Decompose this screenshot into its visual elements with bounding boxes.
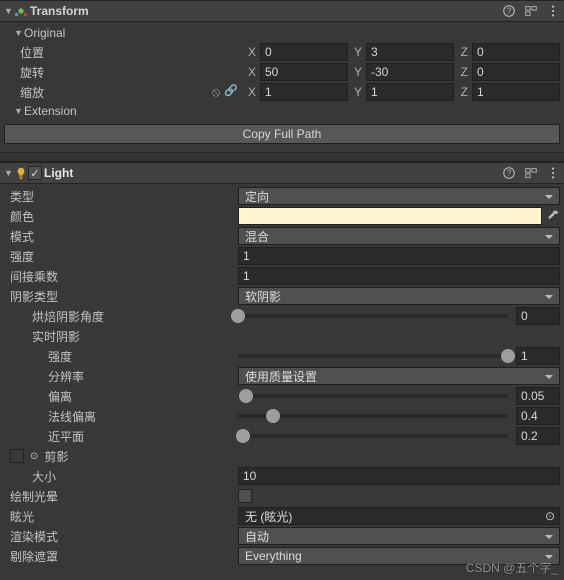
rotation-z[interactable]: [472, 63, 560, 81]
foldout-icon[interactable]: ▼: [4, 168, 14, 178]
help-icon[interactable]: ?: [502, 4, 516, 18]
strength-value[interactable]: [516, 347, 560, 365]
intensity-label: 强度: [4, 248, 238, 265]
scale-y[interactable]: [366, 83, 454, 101]
indirect-field[interactable]: [238, 267, 560, 285]
render-mode-dropdown[interactable]: 自动: [238, 527, 560, 545]
original-header[interactable]: ▼ Original: [4, 24, 560, 42]
strength-label: 强度: [4, 348, 238, 365]
rotation-x[interactable]: [260, 63, 348, 81]
shadow-type-dropdown[interactable]: 软阴影: [238, 287, 560, 305]
foldout-icon: ▼: [14, 106, 24, 116]
type-dropdown[interactable]: 定向: [238, 187, 560, 205]
color-label: 颜色: [4, 208, 238, 225]
svg-text:?: ?: [507, 169, 512, 178]
transform-header[interactable]: ▼ Transform ?: [0, 0, 564, 22]
resolution-label: 分辨率: [4, 368, 238, 385]
realtime-label: 实时阴影: [4, 328, 238, 345]
normal-bias-value[interactable]: [516, 407, 560, 425]
mode-label: 模式: [4, 228, 238, 245]
watermark: CSDN @五个字_: [466, 559, 558, 576]
size-field[interactable]: [238, 467, 560, 485]
position-y[interactable]: [366, 43, 454, 61]
shadow-type-label: 阴影类型: [4, 288, 238, 305]
near-plane-value[interactable]: [516, 427, 560, 445]
light-header[interactable]: ▼ Light ?: [0, 162, 564, 184]
foldout-icon: ▼: [14, 28, 24, 38]
preset-icon[interactable]: [524, 166, 538, 180]
cookie-thumb[interactable]: [10, 449, 24, 463]
svg-text:?: ?: [507, 7, 512, 16]
extension-header[interactable]: ▼ Extension: [4, 102, 560, 120]
type-label: 类型: [4, 188, 238, 205]
axis-x-label: X: [246, 45, 256, 59]
light-title: Light: [44, 166, 502, 180]
help-icon[interactable]: ?: [502, 166, 516, 180]
visibility-off-icon[interactable]: ⦸: [212, 84, 220, 100]
transform-title: Transform: [30, 4, 502, 18]
baked-angle-label: 烘焙阴影角度: [4, 308, 238, 325]
bias-slider[interactable]: [238, 394, 508, 398]
light-icon: [14, 166, 28, 180]
resolution-dropdown[interactable]: 使用质量设置: [238, 367, 560, 385]
strength-slider[interactable]: [238, 354, 508, 358]
eyedropper-icon[interactable]: [546, 209, 560, 223]
near-plane-label: 近平面: [4, 428, 238, 445]
kebab-icon[interactable]: [546, 166, 560, 180]
position-label: 位置: [4, 44, 238, 61]
flare-field[interactable]: 无 (眩光): [238, 507, 560, 525]
lock-icon[interactable]: 🔗: [224, 84, 238, 100]
preset-icon[interactable]: [524, 4, 538, 18]
transform-icon: [14, 4, 28, 18]
separator: [0, 152, 564, 162]
normal-bias-slider[interactable]: [238, 414, 508, 418]
baked-angle-value[interactable]: [516, 307, 560, 325]
bias-label: 偏离: [4, 388, 238, 405]
color-field[interactable]: [238, 207, 542, 225]
position-z[interactable]: [472, 43, 560, 61]
normal-bias-label: 法线偏离: [4, 408, 238, 425]
kebab-icon[interactable]: [546, 4, 560, 18]
mode-dropdown[interactable]: 混合: [238, 227, 560, 245]
light-body: 类型 定向 颜色 模式 混合 强度 间接乘数 阴影类型 软阴影 烘焙阴影角度 实…: [0, 184, 564, 572]
copy-full-path-button[interactable]: Copy Full Path: [4, 124, 560, 144]
render-mode-label: 渲染模式: [4, 528, 238, 545]
intensity-field[interactable]: [238, 247, 560, 265]
baked-angle-slider[interactable]: [238, 314, 508, 318]
position-x[interactable]: [260, 43, 348, 61]
axis-z-label: Z: [458, 45, 468, 59]
extension-label: Extension: [24, 104, 77, 118]
axis-y-label: Y: [352, 45, 362, 59]
halo-label: 绘制光晕: [4, 488, 238, 505]
culling-label: 剔除遮罩: [4, 548, 238, 565]
indirect-label: 间接乘数: [4, 268, 238, 285]
foldout-icon[interactable]: ▼: [4, 6, 14, 16]
transform-body: ▼ Original 位置 X Y Z 旋转 X Y Z 缩放: [0, 22, 564, 152]
light-enabled-checkbox[interactable]: [28, 166, 42, 180]
scale-z[interactable]: [472, 83, 560, 101]
scale-label: 缩放: [4, 84, 212, 101]
near-plane-slider[interactable]: [238, 434, 508, 438]
rotation-y[interactable]: [366, 63, 454, 81]
original-label: Original: [24, 26, 65, 40]
cookie-label: 剪影: [44, 448, 68, 465]
bias-value[interactable]: [516, 387, 560, 405]
scale-x[interactable]: [260, 83, 348, 101]
halo-checkbox[interactable]: [238, 489, 252, 503]
size-label: 大小: [4, 468, 238, 485]
rotation-label: 旋转: [4, 64, 238, 81]
flare-label: 眩光: [4, 508, 238, 525]
cookie-row: ⊙ 剪影: [4, 448, 238, 465]
